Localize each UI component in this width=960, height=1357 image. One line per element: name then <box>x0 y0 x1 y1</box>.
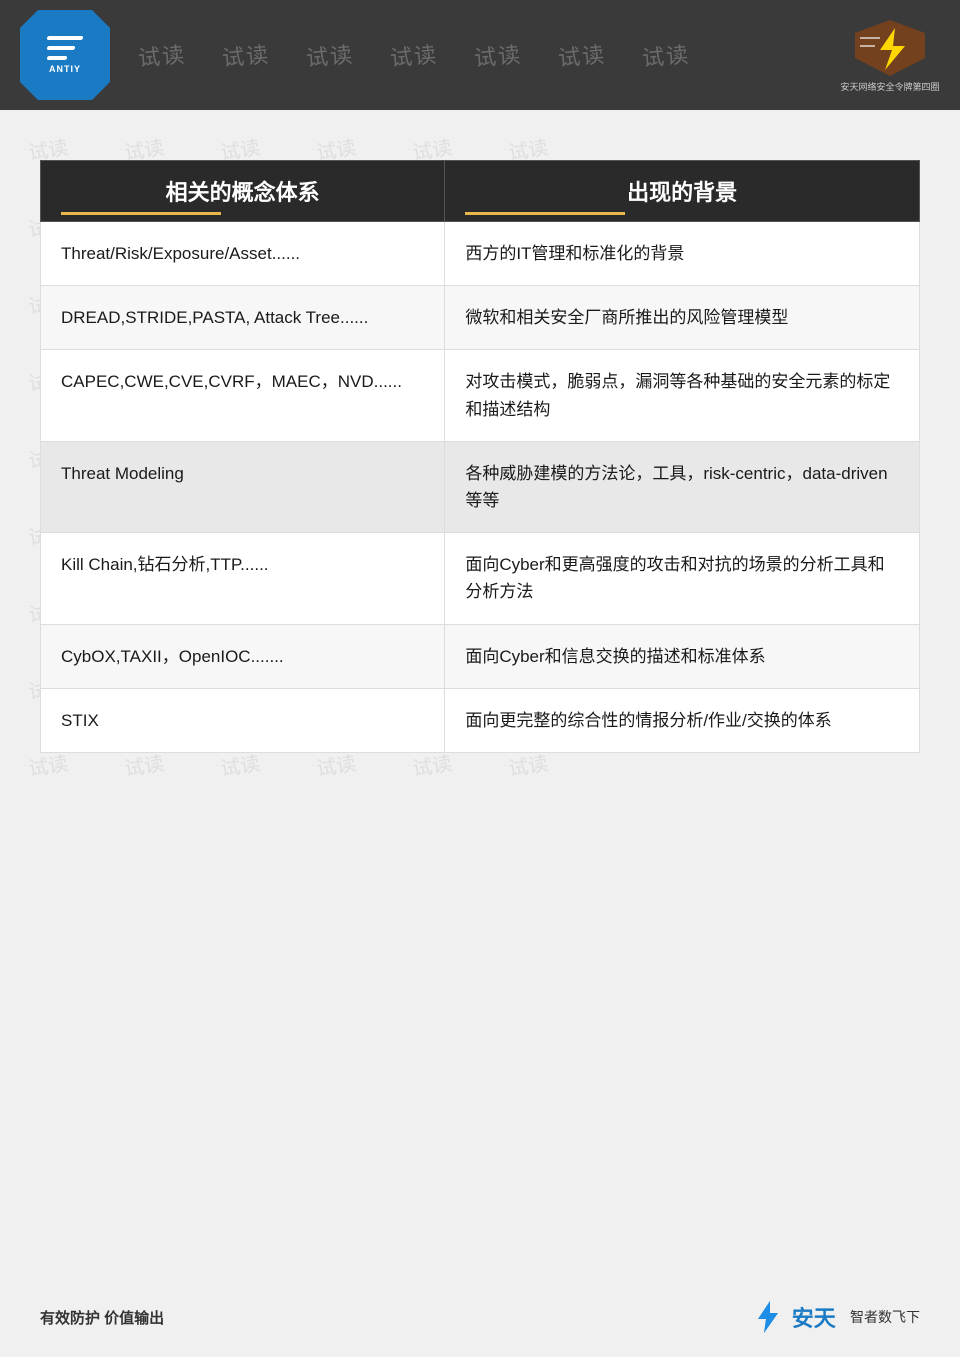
table-cell-right: 面向更完整的综合性的情报分析/作业/交换的体系 <box>445 688 920 752</box>
logo-line-3 <box>46 56 67 60</box>
header-underline-right <box>465 212 625 215</box>
header-wm-5: 试读 <box>455 35 541 74</box>
header-left-text: 相关的概念体系 <box>166 180 320 205</box>
table-row: DREAD,STRIDE,PASTA, Attack Tree...... 微软… <box>41 286 920 350</box>
header-wm-3: 试读 <box>287 35 373 74</box>
header-right-text: 出现的背景 <box>627 180 737 205</box>
logo-line-1 <box>46 36 83 40</box>
table-cell-right: 微软和相关安全厂商所推出的风险管理模型 <box>445 286 920 350</box>
footer-right: 安天 | 智者数飞下 <box>750 1299 920 1335</box>
header: ANTIY 试读 试读 试读 试读 试读 试读 试读 安天网络安全令牌第四圈 <box>0 0 960 110</box>
table-cell-right: 面向Cyber和信息交换的描述和标准体系 <box>445 624 920 688</box>
table-row: Kill Chain,钻石分析,TTP...... 面向Cyber和更高强度的攻… <box>41 533 920 624</box>
header-wm-7: 试读 <box>623 35 709 74</box>
header-logo: ANTIY <box>20 10 110 100</box>
table-cell-left: DREAD,STRIDE,PASTA, Attack Tree...... <box>41 286 445 350</box>
table-cell-threat-modeling-right: 各种威胁建模的方法论，工具，risk-centric，data-driven等等 <box>445 441 920 532</box>
header-wm-2: 试读 <box>203 35 289 74</box>
header-underline-left <box>61 212 221 215</box>
table-row-threat-modeling: Threat Modeling 各种威胁建模的方法论，工具，risk-centr… <box>41 441 920 532</box>
table-cell-threat-modeling-left: Threat Modeling <box>41 441 445 532</box>
footer-logo: 安天 | 智者数飞下 <box>750 1299 920 1335</box>
table-cell-right: 对攻击模式，脆弱点，漏洞等各种基础的安全元素的标定和描述结构 <box>445 350 920 441</box>
table-cell-left: Threat/Risk/Exposure/Asset...... <box>41 222 445 286</box>
right-logo-icon <box>850 18 930 78</box>
header-right-logo: 安天网络安全令牌第四圈 <box>840 10 940 100</box>
table-cell-left: CAPEC,CWE,CVE,CVRF，MAEC，NVD...... <box>41 350 445 441</box>
table-row: CAPEC,CWE,CVE,CVRF，MAEC，NVD...... 对攻击模式，… <box>41 350 920 441</box>
table-header-row: 相关的概念体系 出现的背景 <box>41 161 920 222</box>
table-cell-left: Kill Chain,钻石分析,TTP...... <box>41 533 445 624</box>
table-cell-left: CybOX,TAXII，OpenIOC....... <box>41 624 445 688</box>
logo-line-2 <box>46 46 75 50</box>
table-row: STIX 面向更完整的综合性的情报分析/作业/交换的体系 <box>41 688 920 752</box>
header-watermarks: 试读 试读 试读 试读 试读 试读 试读 <box>0 0 960 110</box>
table-row: CybOX,TAXII，OpenIOC....... 面向Cyber和信息交换的… <box>41 624 920 688</box>
footer-brand-main: 安天 <box>792 1301 836 1333</box>
main-content: 相关的概念体系 出现的背景 Threat/Risk/Exposure/Asset… <box>0 110 960 813</box>
footer-brand-sub: 智者数飞下 <box>850 1307 920 1327</box>
table-header-right: 出现的背景 <box>445 161 920 222</box>
table-cell-right: 西方的IT管理和标准化的背景 <box>445 222 920 286</box>
logo-text: ANTIY <box>49 64 81 74</box>
header-wm-4: 试读 <box>371 35 457 74</box>
right-logo-text: 安天网络安全令牌第四圈 <box>840 80 939 93</box>
footer-left-text: 有效防护 价值输出 <box>40 1307 164 1328</box>
header-wm-6: 试读 <box>539 35 625 74</box>
header-wm-1: 试读 <box>119 35 205 74</box>
table-header-left: 相关的概念体系 <box>41 161 445 222</box>
footer: 有效防护 价值输出 安天 | 智者数飞下 <box>0 1277 960 1357</box>
table-cell-right: 面向Cyber和更高强度的攻击和对抗的场景的分析工具和分析方法 <box>445 533 920 624</box>
table-row: Threat/Risk/Exposure/Asset...... 西方的IT管理… <box>41 222 920 286</box>
data-table: 相关的概念体系 出现的背景 Threat/Risk/Exposure/Asset… <box>40 160 920 753</box>
logo-lines <box>47 36 83 60</box>
footer-lightning-icon <box>750 1299 786 1335</box>
table-cell-left: STIX <box>41 688 445 752</box>
